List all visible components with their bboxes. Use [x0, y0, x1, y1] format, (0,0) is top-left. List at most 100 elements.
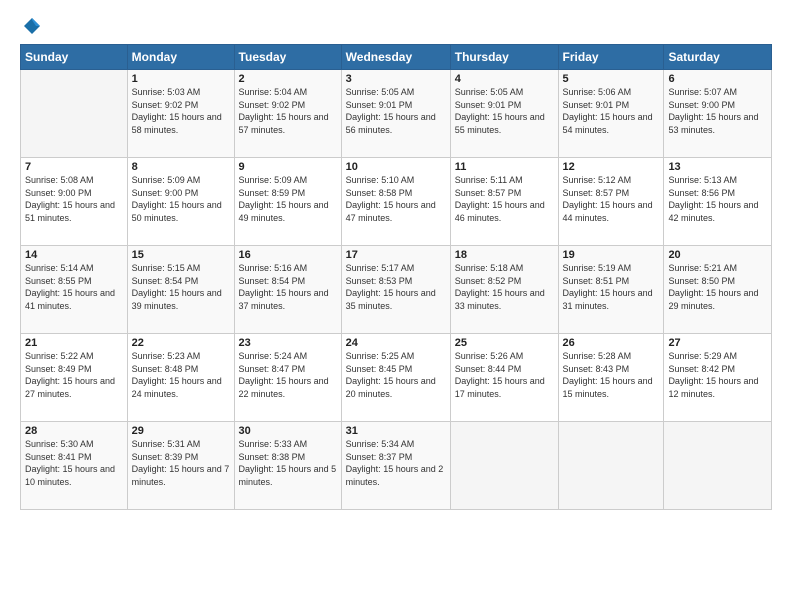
- day-info: Sunrise: 5:30 AMSunset: 8:41 PMDaylight:…: [25, 438, 123, 488]
- day-info: Sunrise: 5:17 AMSunset: 8:53 PMDaylight:…: [346, 262, 446, 312]
- calendar-cell: [558, 422, 664, 510]
- calendar-cell: 26Sunrise: 5:28 AMSunset: 8:43 PMDayligh…: [558, 334, 664, 422]
- day-info: Sunrise: 5:28 AMSunset: 8:43 PMDaylight:…: [563, 350, 660, 400]
- day-number: 21: [25, 337, 123, 349]
- day-info: Sunrise: 5:08 AMSunset: 9:00 PMDaylight:…: [25, 174, 123, 224]
- day-number: 10: [346, 161, 446, 173]
- calendar-cell: 12Sunrise: 5:12 AMSunset: 8:57 PMDayligh…: [558, 158, 664, 246]
- calendar-week-4: 21Sunrise: 5:22 AMSunset: 8:49 PMDayligh…: [21, 334, 772, 422]
- calendar-cell: 16Sunrise: 5:16 AMSunset: 8:54 PMDayligh…: [234, 246, 341, 334]
- day-number: 13: [668, 161, 767, 173]
- calendar-cell: 25Sunrise: 5:26 AMSunset: 8:44 PMDayligh…: [450, 334, 558, 422]
- weekday-tuesday: Tuesday: [234, 45, 341, 70]
- calendar-cell: 23Sunrise: 5:24 AMSunset: 8:47 PMDayligh…: [234, 334, 341, 422]
- calendar-cell: 18Sunrise: 5:18 AMSunset: 8:52 PMDayligh…: [450, 246, 558, 334]
- calendar-table: SundayMondayTuesdayWednesdayThursdayFrid…: [20, 44, 772, 510]
- calendar-week-2: 7Sunrise: 5:08 AMSunset: 9:00 PMDaylight…: [21, 158, 772, 246]
- day-info: Sunrise: 5:24 AMSunset: 8:47 PMDaylight:…: [239, 350, 337, 400]
- day-info: Sunrise: 5:26 AMSunset: 8:44 PMDaylight:…: [455, 350, 554, 400]
- day-number: 2: [239, 73, 337, 85]
- day-number: 19: [563, 249, 660, 261]
- day-number: 3: [346, 73, 446, 85]
- calendar-cell: 1Sunrise: 5:03 AMSunset: 9:02 PMDaylight…: [127, 70, 234, 158]
- day-info: Sunrise: 5:29 AMSunset: 8:42 PMDaylight:…: [668, 350, 767, 400]
- calendar-cell: 22Sunrise: 5:23 AMSunset: 8:48 PMDayligh…: [127, 334, 234, 422]
- weekday-wednesday: Wednesday: [341, 45, 450, 70]
- calendar-cell: [450, 422, 558, 510]
- logo-icon: [22, 16, 42, 36]
- calendar-cell: 21Sunrise: 5:22 AMSunset: 8:49 PMDayligh…: [21, 334, 128, 422]
- day-info: Sunrise: 5:33 AMSunset: 8:38 PMDaylight:…: [239, 438, 337, 488]
- day-number: 29: [132, 425, 230, 437]
- day-number: 12: [563, 161, 660, 173]
- day-info: Sunrise: 5:31 AMSunset: 8:39 PMDaylight:…: [132, 438, 230, 488]
- calendar-cell: 20Sunrise: 5:21 AMSunset: 8:50 PMDayligh…: [664, 246, 772, 334]
- calendar-cell: 31Sunrise: 5:34 AMSunset: 8:37 PMDayligh…: [341, 422, 450, 510]
- calendar-cell: 3Sunrise: 5:05 AMSunset: 9:01 PMDaylight…: [341, 70, 450, 158]
- day-number: 20: [668, 249, 767, 261]
- day-info: Sunrise: 5:05 AMSunset: 9:01 PMDaylight:…: [455, 86, 554, 136]
- day-info: Sunrise: 5:25 AMSunset: 8:45 PMDaylight:…: [346, 350, 446, 400]
- calendar-week-5: 28Sunrise: 5:30 AMSunset: 8:41 PMDayligh…: [21, 422, 772, 510]
- day-number: 11: [455, 161, 554, 173]
- day-info: Sunrise: 5:22 AMSunset: 8:49 PMDaylight:…: [25, 350, 123, 400]
- day-info: Sunrise: 5:05 AMSunset: 9:01 PMDaylight:…: [346, 86, 446, 136]
- day-number: 15: [132, 249, 230, 261]
- day-info: Sunrise: 5:21 AMSunset: 8:50 PMDaylight:…: [668, 262, 767, 312]
- calendar-cell: 24Sunrise: 5:25 AMSunset: 8:45 PMDayligh…: [341, 334, 450, 422]
- day-info: Sunrise: 5:23 AMSunset: 8:48 PMDaylight:…: [132, 350, 230, 400]
- day-number: 6: [668, 73, 767, 85]
- day-number: 18: [455, 249, 554, 261]
- day-number: 4: [455, 73, 554, 85]
- day-info: Sunrise: 5:34 AMSunset: 8:37 PMDaylight:…: [346, 438, 446, 488]
- calendar-cell: 11Sunrise: 5:11 AMSunset: 8:57 PMDayligh…: [450, 158, 558, 246]
- day-number: 27: [668, 337, 767, 349]
- day-info: Sunrise: 5:04 AMSunset: 9:02 PMDaylight:…: [239, 86, 337, 136]
- calendar-cell: 30Sunrise: 5:33 AMSunset: 8:38 PMDayligh…: [234, 422, 341, 510]
- weekday-friday: Friday: [558, 45, 664, 70]
- calendar-cell: 13Sunrise: 5:13 AMSunset: 8:56 PMDayligh…: [664, 158, 772, 246]
- day-number: 7: [25, 161, 123, 173]
- day-number: 22: [132, 337, 230, 349]
- day-number: 14: [25, 249, 123, 261]
- calendar-week-3: 14Sunrise: 5:14 AMSunset: 8:55 PMDayligh…: [21, 246, 772, 334]
- day-number: 5: [563, 73, 660, 85]
- calendar-cell: 8Sunrise: 5:09 AMSunset: 9:00 PMDaylight…: [127, 158, 234, 246]
- calendar-cell: 7Sunrise: 5:08 AMSunset: 9:00 PMDaylight…: [21, 158, 128, 246]
- day-info: Sunrise: 5:19 AMSunset: 8:51 PMDaylight:…: [563, 262, 660, 312]
- day-number: 1: [132, 73, 230, 85]
- day-info: Sunrise: 5:07 AMSunset: 9:00 PMDaylight:…: [668, 86, 767, 136]
- day-info: Sunrise: 5:06 AMSunset: 9:01 PMDaylight:…: [563, 86, 660, 136]
- calendar-cell: 15Sunrise: 5:15 AMSunset: 8:54 PMDayligh…: [127, 246, 234, 334]
- weekday-monday: Monday: [127, 45, 234, 70]
- calendar-cell: 5Sunrise: 5:06 AMSunset: 9:01 PMDaylight…: [558, 70, 664, 158]
- calendar-cell: 2Sunrise: 5:04 AMSunset: 9:02 PMDaylight…: [234, 70, 341, 158]
- day-number: 25: [455, 337, 554, 349]
- day-number: 23: [239, 337, 337, 349]
- weekday-thursday: Thursday: [450, 45, 558, 70]
- day-info: Sunrise: 5:10 AMSunset: 8:58 PMDaylight:…: [346, 174, 446, 224]
- logo: [20, 16, 42, 36]
- day-info: Sunrise: 5:15 AMSunset: 8:54 PMDaylight:…: [132, 262, 230, 312]
- day-number: 16: [239, 249, 337, 261]
- day-number: 8: [132, 161, 230, 173]
- day-number: 17: [346, 249, 446, 261]
- weekday-sunday: Sunday: [21, 45, 128, 70]
- day-number: 26: [563, 337, 660, 349]
- header: [20, 16, 772, 36]
- day-info: Sunrise: 5:12 AMSunset: 8:57 PMDaylight:…: [563, 174, 660, 224]
- calendar-cell: 6Sunrise: 5:07 AMSunset: 9:00 PMDaylight…: [664, 70, 772, 158]
- day-info: Sunrise: 5:03 AMSunset: 9:02 PMDaylight:…: [132, 86, 230, 136]
- calendar-cell: 27Sunrise: 5:29 AMSunset: 8:42 PMDayligh…: [664, 334, 772, 422]
- calendar-cell: 19Sunrise: 5:19 AMSunset: 8:51 PMDayligh…: [558, 246, 664, 334]
- calendar-cell: 4Sunrise: 5:05 AMSunset: 9:01 PMDaylight…: [450, 70, 558, 158]
- day-info: Sunrise: 5:14 AMSunset: 8:55 PMDaylight:…: [25, 262, 123, 312]
- page: SundayMondayTuesdayWednesdayThursdayFrid…: [0, 0, 792, 612]
- calendar-cell: 10Sunrise: 5:10 AMSunset: 8:58 PMDayligh…: [341, 158, 450, 246]
- day-info: Sunrise: 5:18 AMSunset: 8:52 PMDaylight:…: [455, 262, 554, 312]
- day-number: 30: [239, 425, 337, 437]
- calendar-cell: 29Sunrise: 5:31 AMSunset: 8:39 PMDayligh…: [127, 422, 234, 510]
- calendar-cell: 14Sunrise: 5:14 AMSunset: 8:55 PMDayligh…: [21, 246, 128, 334]
- day-number: 9: [239, 161, 337, 173]
- day-number: 24: [346, 337, 446, 349]
